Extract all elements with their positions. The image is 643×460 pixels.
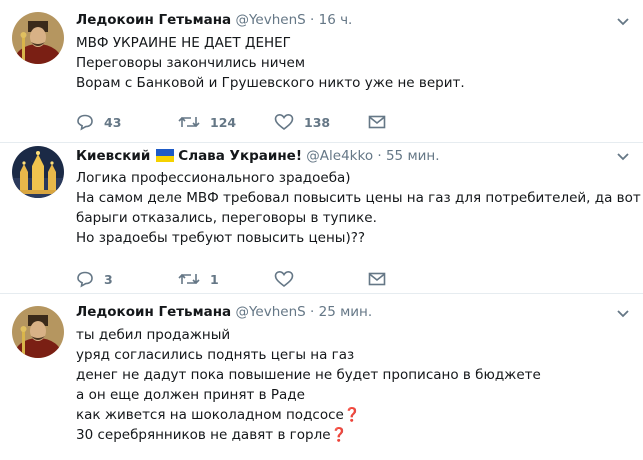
heart-icon	[274, 270, 294, 288]
envelope-icon	[368, 115, 386, 129]
retweet-icon	[178, 116, 200, 128]
dm-button[interactable]	[368, 113, 386, 131]
chevron-down-icon[interactable]	[615, 148, 631, 164]
separator-dot: ·	[310, 12, 315, 28]
reply-icon	[77, 114, 93, 131]
tweet-actions: 43 124 138	[76, 112, 386, 132]
retweet-icon	[178, 273, 200, 285]
author-handle[interactable]: @Ale4kko	[306, 148, 373, 164]
tweet-text-line: Но зрадоебы требуют повысить цены)??	[76, 230, 366, 246]
retweet-count: 1	[210, 271, 219, 287]
tweet-time[interactable]: 16 ч.	[319, 12, 353, 28]
retweet-count: 124	[210, 114, 237, 130]
tweet-1: Ледокоин Гетьмана @YevhenS · 16 ч. МВФ У…	[0, 0, 643, 146]
retweet-button[interactable]: 124	[178, 113, 274, 131]
tweet-text-line: ты дебил продажный	[76, 327, 231, 343]
avatar-kiev[interactable]	[12, 146, 64, 198]
reply-count: 43	[104, 114, 122, 130]
tweet-text: МВФ УКРАИНЕ НЕ ДАЕТ ДЕНЕГ Переговоры зак…	[76, 33, 631, 93]
tweet-text: Логика профессионального зрадоеба) На са…	[76, 168, 641, 248]
envelope-icon	[368, 272, 386, 286]
tweet-header: Ледокоин Гетьмана @YevhenS · 25 мин.	[76, 303, 603, 321]
chevron-down-icon[interactable]	[615, 13, 631, 29]
tweet-header: Ледокоин Гетьмана @YevhenS · 16 ч.	[76, 11, 603, 29]
author-name-suffix[interactable]: Слава Украине!	[178, 148, 302, 164]
tweet-time[interactable]: 25 мин.	[319, 304, 373, 320]
tweet-text-line: как живется на шоколадном подсосе❓	[76, 407, 361, 423]
tweet-text-line: денег не дадут пока повышение не будет п…	[76, 367, 541, 383]
reply-icon	[77, 271, 93, 288]
author-handle[interactable]: @YevhenS	[235, 304, 305, 320]
reply-count: 3	[104, 271, 113, 287]
ukraine-flag-icon	[156, 149, 175, 162]
tweet-text: ты дебил продажный уряд соглаcились подн…	[76, 325, 631, 445]
tweet-text-line: Ворам с Банковой и Грушевского никто уже…	[76, 75, 465, 91]
tweet-text-line: барыги отказались, переговоры в тупике.	[76, 210, 377, 226]
separator-dot: ·	[377, 148, 382, 164]
tweet-2: Киевский Слава Украине! @Ale4kko · 55 мин…	[0, 143, 643, 293]
author-handle[interactable]: @YevhenS	[235, 12, 305, 28]
tweet-3: Ледокоин Гетьмана @YevhenS · 25 мин. ты …	[0, 294, 643, 460]
tweet-text-line: а он еще должен принят в Раде	[76, 387, 305, 403]
author-name[interactable]: Ледокоин Гетьмана	[76, 304, 231, 320]
avatar-hetman[interactable]	[12, 12, 64, 64]
tweet-time[interactable]: 55 мин.	[386, 148, 440, 164]
chevron-down-icon[interactable]	[615, 305, 631, 321]
author-name[interactable]: Киевский	[76, 148, 150, 164]
like-button[interactable]	[274, 270, 368, 288]
like-button[interactable]: 138	[274, 113, 368, 131]
tweet-text-line: 30 серебрянников не давят в горле❓	[76, 427, 348, 443]
reply-button[interactable]: 3	[76, 270, 178, 288]
tweet-text-line: Переговоры закончились ничем	[76, 55, 305, 71]
author-name[interactable]: Ледокоин Гетьмана	[76, 12, 231, 28]
tweet-text-line: На самом деле МВФ требовал повысить цены…	[76, 190, 641, 206]
like-count: 138	[304, 114, 331, 130]
reply-button[interactable]: 43	[76, 113, 178, 131]
avatar-hetman[interactable]	[12, 306, 64, 358]
retweet-button[interactable]: 1	[178, 270, 274, 288]
tweet-text-line: Логика профессионального зрадоеба)	[76, 170, 351, 186]
heart-icon	[274, 113, 294, 131]
tweet-text-line: уряд соглаcились поднять цегы на газ	[76, 347, 355, 363]
tweet-text-line: МВФ УКРАИНЕ НЕ ДАЕТ ДЕНЕГ	[76, 35, 291, 51]
separator-dot: ·	[310, 304, 315, 320]
tweet-header: Киевский Слава Украине! @Ale4kko · 55 мин…	[76, 147, 603, 165]
tweet-actions: 3 1	[76, 269, 386, 289]
dm-button[interactable]	[368, 270, 386, 288]
